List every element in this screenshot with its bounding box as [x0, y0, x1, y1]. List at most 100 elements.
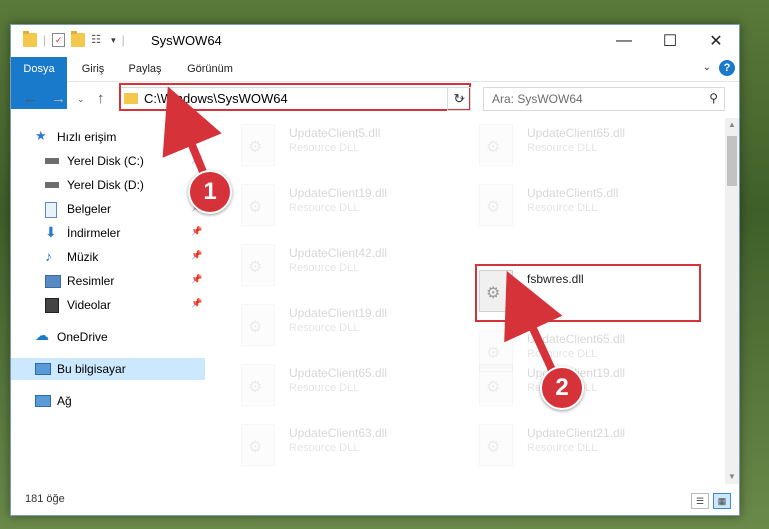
pictures-icon: [45, 275, 61, 288]
explorer-window: | ✓ ☷ ▾ | SysWOW64 — ☐ ✕ Dosya Giriş Pay…: [10, 24, 740, 516]
file-item[interactable]: UpdateClient65.dll Resource DLL: [479, 120, 699, 172]
sidebar-item-onedrive[interactable]: ☁ OneDrive: [11, 326, 205, 348]
title-bar: | ✓ ☷ ▾ | SysWOW64 — ☐ ✕: [11, 25, 739, 57]
pin-icon[interactable]: 📌: [191, 250, 202, 261]
file-name: UpdateClient65.dll: [527, 332, 626, 346]
step-badge-2: 2: [540, 366, 584, 410]
vertical-scrollbar[interactable]: ▲ ▼: [725, 118, 739, 484]
window-title: SysWOW64: [151, 33, 222, 48]
details-view-icon[interactable]: ☰: [691, 493, 709, 509]
tab-share[interactable]: Paylaş: [125, 57, 165, 81]
file-type: Resource DLL: [289, 262, 360, 274]
scroll-down-icon[interactable]: ▼: [725, 470, 739, 484]
file-type: Resource DLL: [289, 142, 360, 154]
scroll-thumb[interactable]: [727, 136, 737, 186]
dll-file-icon: [241, 244, 275, 286]
file-item[interactable]: UpdateClient19.dll Resource DLL: [241, 180, 461, 232]
back-button[interactable]: ←: [23, 90, 38, 107]
file-item[interactable]: UpdateClient19.dll Resource DLL: [241, 300, 461, 352]
network-icon: [35, 395, 51, 407]
cloud-icon: ☁: [35, 327, 49, 343]
forward-button[interactable]: →: [51, 90, 66, 107]
expand-ribbon-icon[interactable]: ⌄: [703, 62, 711, 73]
sidebar-item-network[interactable]: Ağ: [11, 390, 205, 412]
file-type: Resource DLL: [527, 348, 598, 360]
sidebar-item-downloads[interactable]: ⬇ İndirmeler 📌: [11, 222, 205, 244]
file-name: UpdateClient65.dll: [289, 366, 388, 380]
minimize-button[interactable]: —: [601, 25, 647, 57]
recent-locations-icon[interactable]: ⌄: [77, 94, 85, 105]
up-button[interactable]: ↑: [97, 90, 105, 107]
ribbon: Dosya Giriş Paylaş Görünüm ⌄ ?: [11, 57, 739, 109]
sidebar-item-label: OneDrive: [57, 330, 108, 344]
customize-qa-dropdown-icon[interactable]: ▾: [111, 35, 116, 46]
file-type: Resource DLL: [527, 202, 598, 214]
large-icons-view-icon[interactable]: ▦: [713, 493, 731, 509]
new-folder-icon[interactable]: [71, 31, 86, 47]
scroll-up-icon[interactable]: ▲: [725, 118, 739, 132]
sidebar-item-this-pc[interactable]: Bu bilgisayar: [11, 358, 205, 380]
navigation-pane: ★ Hızlı erişim Yerel Disk (C:) 📌 Yerel D…: [11, 118, 205, 484]
file-type: Resource DLL: [527, 142, 598, 154]
maximize-button[interactable]: ☐: [647, 25, 693, 57]
folder-icon: [23, 31, 37, 47]
pin-icon[interactable]: 📌: [191, 154, 202, 165]
file-highlight-box: [475, 264, 701, 322]
dll-file-icon: [241, 424, 275, 466]
music-icon: ♪: [45, 248, 52, 264]
dll-file-icon: [241, 124, 275, 166]
drive-icon: [45, 158, 59, 164]
sidebar-item-label: Bu bilgisayar: [57, 362, 126, 376]
file-type: Resource DLL: [527, 442, 598, 454]
search-box[interactable]: Ara: SysWOW64 ⚲: [483, 87, 725, 111]
computer-icon: [35, 363, 51, 375]
file-item[interactable]: UpdateClient63.dll Resource DLL: [241, 420, 461, 472]
pin-icon[interactable]: 📌: [191, 226, 202, 237]
sidebar-item-disk-d[interactable]: Yerel Disk (D:): [11, 174, 205, 196]
tab-view[interactable]: Görünüm: [181, 57, 239, 81]
file-item[interactable]: UpdateClient19.dll Resource DLL: [479, 360, 699, 412]
navigation-bar: ← → ⌄ ↑ C:\Windows\SysWOW64 ⌄ ↻ Ara: Sys…: [11, 82, 739, 116]
pin-icon[interactable]: 📌: [191, 298, 202, 309]
dll-file-icon: [241, 184, 275, 226]
file-item[interactable]: UpdateClient21.dll Resource DLL: [479, 420, 699, 472]
dll-file-icon: [241, 364, 275, 406]
file-type: Resource DLL: [289, 322, 360, 334]
sidebar-item-videos[interactable]: Videolar 📌: [11, 294, 205, 316]
sidebar-item-documents[interactable]: Belgeler 📌: [11, 198, 205, 220]
download-icon: ⬇: [45, 224, 57, 240]
file-item[interactable]: UpdateClient42.dll Resource DLL: [241, 240, 461, 292]
quick-access-toolbar: | ✓ ☷ ▾ |: [23, 31, 125, 47]
star-icon: ★: [35, 128, 47, 143]
help-icon[interactable]: ?: [719, 60, 735, 76]
video-icon: [45, 298, 59, 313]
dll-file-icon: [479, 184, 513, 226]
file-type: Resource DLL: [289, 382, 360, 394]
file-name: UpdateClient19.dll: [289, 306, 388, 320]
sidebar-item-disk-c[interactable]: Yerel Disk (C:) 📌: [11, 150, 205, 172]
dll-file-icon: [241, 304, 275, 346]
view-options-icon[interactable]: ☷: [91, 33, 105, 47]
sidebar-item-label: Yerel Disk (D:): [67, 178, 144, 192]
drive-icon: [45, 182, 59, 188]
file-type: Resource DLL: [289, 442, 360, 454]
close-button[interactable]: ✕: [693, 25, 739, 57]
sidebar-item-music[interactable]: ♪ Müzik 📌: [11, 246, 205, 268]
address-highlight-box: [119, 83, 471, 111]
file-item[interactable]: UpdateClient5.dll Resource DLL: [479, 180, 699, 232]
tab-home[interactable]: Giriş: [75, 57, 111, 81]
sidebar-item-pictures[interactable]: Resimler 📌: [11, 270, 205, 292]
dll-file-icon: [479, 364, 513, 406]
sidebar-item-label: Yerel Disk (C:): [67, 154, 144, 168]
search-input[interactable]: Ara: SysWOW64: [492, 92, 583, 106]
dll-file-icon: [479, 424, 513, 466]
file-item[interactable]: UpdateClient65.dll Resource DLL: [241, 360, 461, 412]
pin-icon[interactable]: 📌: [191, 274, 202, 285]
file-name: UpdateClient63.dll: [289, 426, 388, 440]
sidebar-item-quick-access[interactable]: ★ Hızlı erişim: [11, 126, 205, 148]
refresh-icon[interactable]: ↻: [447, 87, 471, 111]
properties-icon[interactable]: ✓: [52, 33, 66, 47]
file-item[interactable]: UpdateClient5.dll Resource DLL: [241, 120, 461, 172]
step-badge-1: 1: [188, 170, 232, 214]
file-name: UpdateClient42.dll: [289, 246, 388, 260]
